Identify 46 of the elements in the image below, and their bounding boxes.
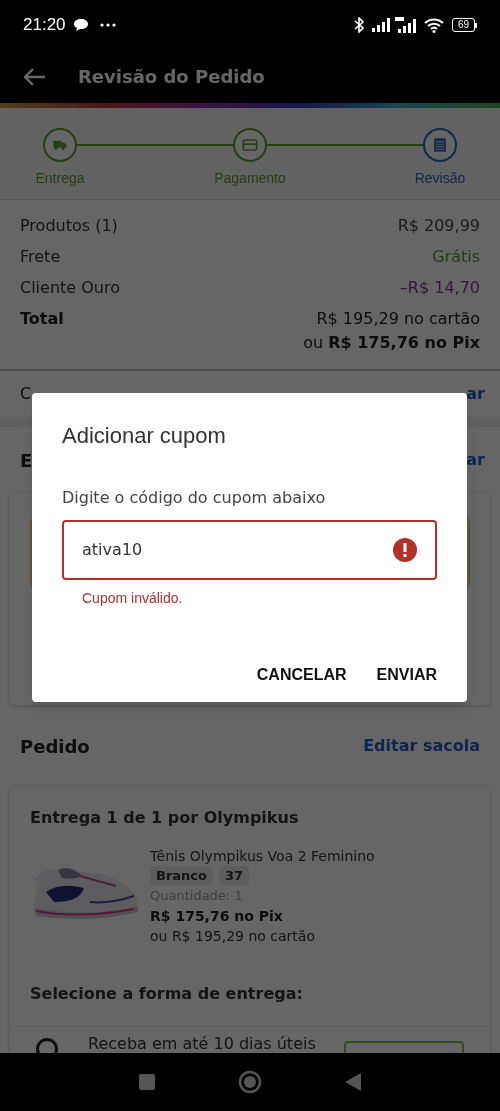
variant-tag: Branco xyxy=(150,866,213,886)
step-label: Revisão xyxy=(414,169,466,188)
error-message: Cupom inválido. xyxy=(82,589,184,608)
home-icon[interactable] xyxy=(238,1070,262,1094)
bluetooth-icon xyxy=(353,17,364,33)
step-card-icon[interactable] xyxy=(233,128,267,162)
signal-icon xyxy=(371,18,390,32)
step-label: Entrega xyxy=(35,169,85,188)
summary-value: Grátis xyxy=(432,246,480,268)
recents-icon[interactable] xyxy=(138,1073,156,1091)
step-document-icon[interactable] xyxy=(423,128,457,162)
section-title: Pedido xyxy=(20,734,90,759)
signal-3g-icon xyxy=(393,17,416,33)
summary-label: Produtos (1) xyxy=(20,215,118,237)
error-icon xyxy=(393,538,417,562)
coupon-label: C xyxy=(20,383,32,405)
dialog-title: Adicionar cupom xyxy=(62,422,227,450)
step-label: Pagamento xyxy=(214,169,286,188)
total-label: Total xyxy=(20,308,64,330)
summary-label: Cliente Ouro xyxy=(20,277,120,299)
product-name: Tênis Olympikus Voa 2 Feminino xyxy=(150,847,375,866)
product-card-price: ou R$ 195,29 no cartão xyxy=(150,927,316,946)
summary-label: Frete xyxy=(20,246,61,268)
delivery-prompt: Selecione a forma de entrega: xyxy=(30,983,304,1005)
dialog-prompt: Digite o código do cupom abaixo xyxy=(62,487,327,509)
more-icon xyxy=(99,23,116,27)
chat-icon xyxy=(73,19,88,31)
page-title: Revisão do Pedido xyxy=(78,65,265,89)
shipment-title: Entrega 1 de 1 por Olympikus xyxy=(30,807,300,829)
coupon-input[interactable]: ativa10 xyxy=(62,520,437,580)
back-icon[interactable] xyxy=(24,67,46,86)
cancel-button[interactable]: CANCELAR xyxy=(256,659,347,691)
battery-icon: 69 xyxy=(451,18,477,32)
back-nav-icon[interactable] xyxy=(344,1072,362,1092)
delivery-option-text: Receba em até 10 dias úteis xyxy=(88,1033,317,1053)
wifi-icon xyxy=(423,17,444,33)
total-card-price: R$ 195,29 no cartão xyxy=(316,308,480,330)
step-truck-icon[interactable] xyxy=(43,128,77,162)
product-pix-price: R$ 175,76 no Pix xyxy=(150,907,284,926)
variant-tag: 37 xyxy=(219,866,250,886)
summary-value: –R$ 14,70 xyxy=(399,277,480,299)
summary-value: R$ 209,99 xyxy=(397,215,480,237)
total-pix-price: ou R$ 175,76 no Pix xyxy=(303,332,480,354)
status-time: 21:20 xyxy=(23,14,66,37)
section-title: E xyxy=(20,448,33,473)
send-button[interactable]: ENVIAR xyxy=(376,659,437,691)
